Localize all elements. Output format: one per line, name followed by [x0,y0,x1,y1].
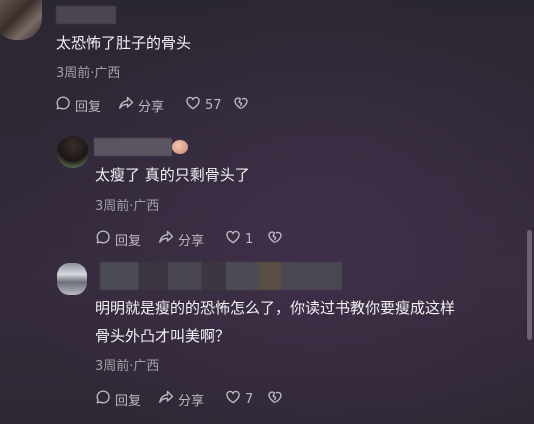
share-button[interactable]: 分享 [118,95,164,115]
avatar[interactable] [57,263,87,295]
comment-text-line-2: 骨头外凸才叫美啊？ [95,327,231,345]
broken-heart-icon [267,229,283,249]
username-blurred[interactable] [100,262,342,290]
reply-button[interactable]: 回复 [55,95,101,115]
username-blurred[interactable] [94,138,172,156]
comment-meta: 3周前·广西 [95,199,160,214]
share-button[interactable]: 分享 [158,389,204,409]
comment-text-line-1: 明明就是瘦的的恐怖怎么了，你读过书教你要瘦成这样 [95,299,456,317]
reply-button[interactable]: 回复 [95,389,141,409]
reply-label: 回复 [115,393,142,409]
comment-text: 太恐怖了肚子的骨头 [56,34,192,52]
reply-bubble-icon [55,95,71,115]
share-arrow-icon [158,389,174,409]
share-arrow-icon [158,229,174,249]
heart-icon [225,229,241,249]
broken-heart-icon [267,389,283,409]
heart-icon [185,95,201,115]
avatar[interactable] [0,0,42,40]
share-arrow-icon [118,95,134,115]
dislike-button[interactable] [233,95,249,115]
share-label: 分享 [138,99,165,115]
reply-button[interactable]: 回复 [95,229,141,249]
like-count: 7 [245,391,254,407]
like-count: 1 [245,231,254,247]
reply-bubble-icon [95,389,111,409]
dislike-button[interactable] [267,389,283,409]
share-label: 分享 [178,233,205,249]
comment-meta: 3周前·广西 [95,359,160,374]
heart-icon [225,389,241,409]
dislike-button[interactable] [267,229,283,249]
like-button[interactable]: 7 [225,389,253,409]
reply-label: 回复 [115,233,142,249]
reply-label: 回复 [75,99,102,115]
user-badge-icon [172,140,188,154]
broken-heart-icon [233,95,249,115]
reply-bubble-icon [95,229,111,249]
username-blurred[interactable] [56,6,116,24]
scrollbar-thumb[interactable] [527,230,532,340]
like-count: 57 [205,97,222,113]
like-button[interactable]: 1 [225,229,253,249]
comment-text: 太瘦了 真的只剩骨头了 [95,166,250,184]
share-label: 分享 [178,393,205,409]
share-button[interactable]: 分享 [158,229,204,249]
avatar[interactable] [57,136,89,168]
comment-meta: 3周前·广西 [56,66,121,81]
like-button[interactable]: 57 [185,95,222,115]
